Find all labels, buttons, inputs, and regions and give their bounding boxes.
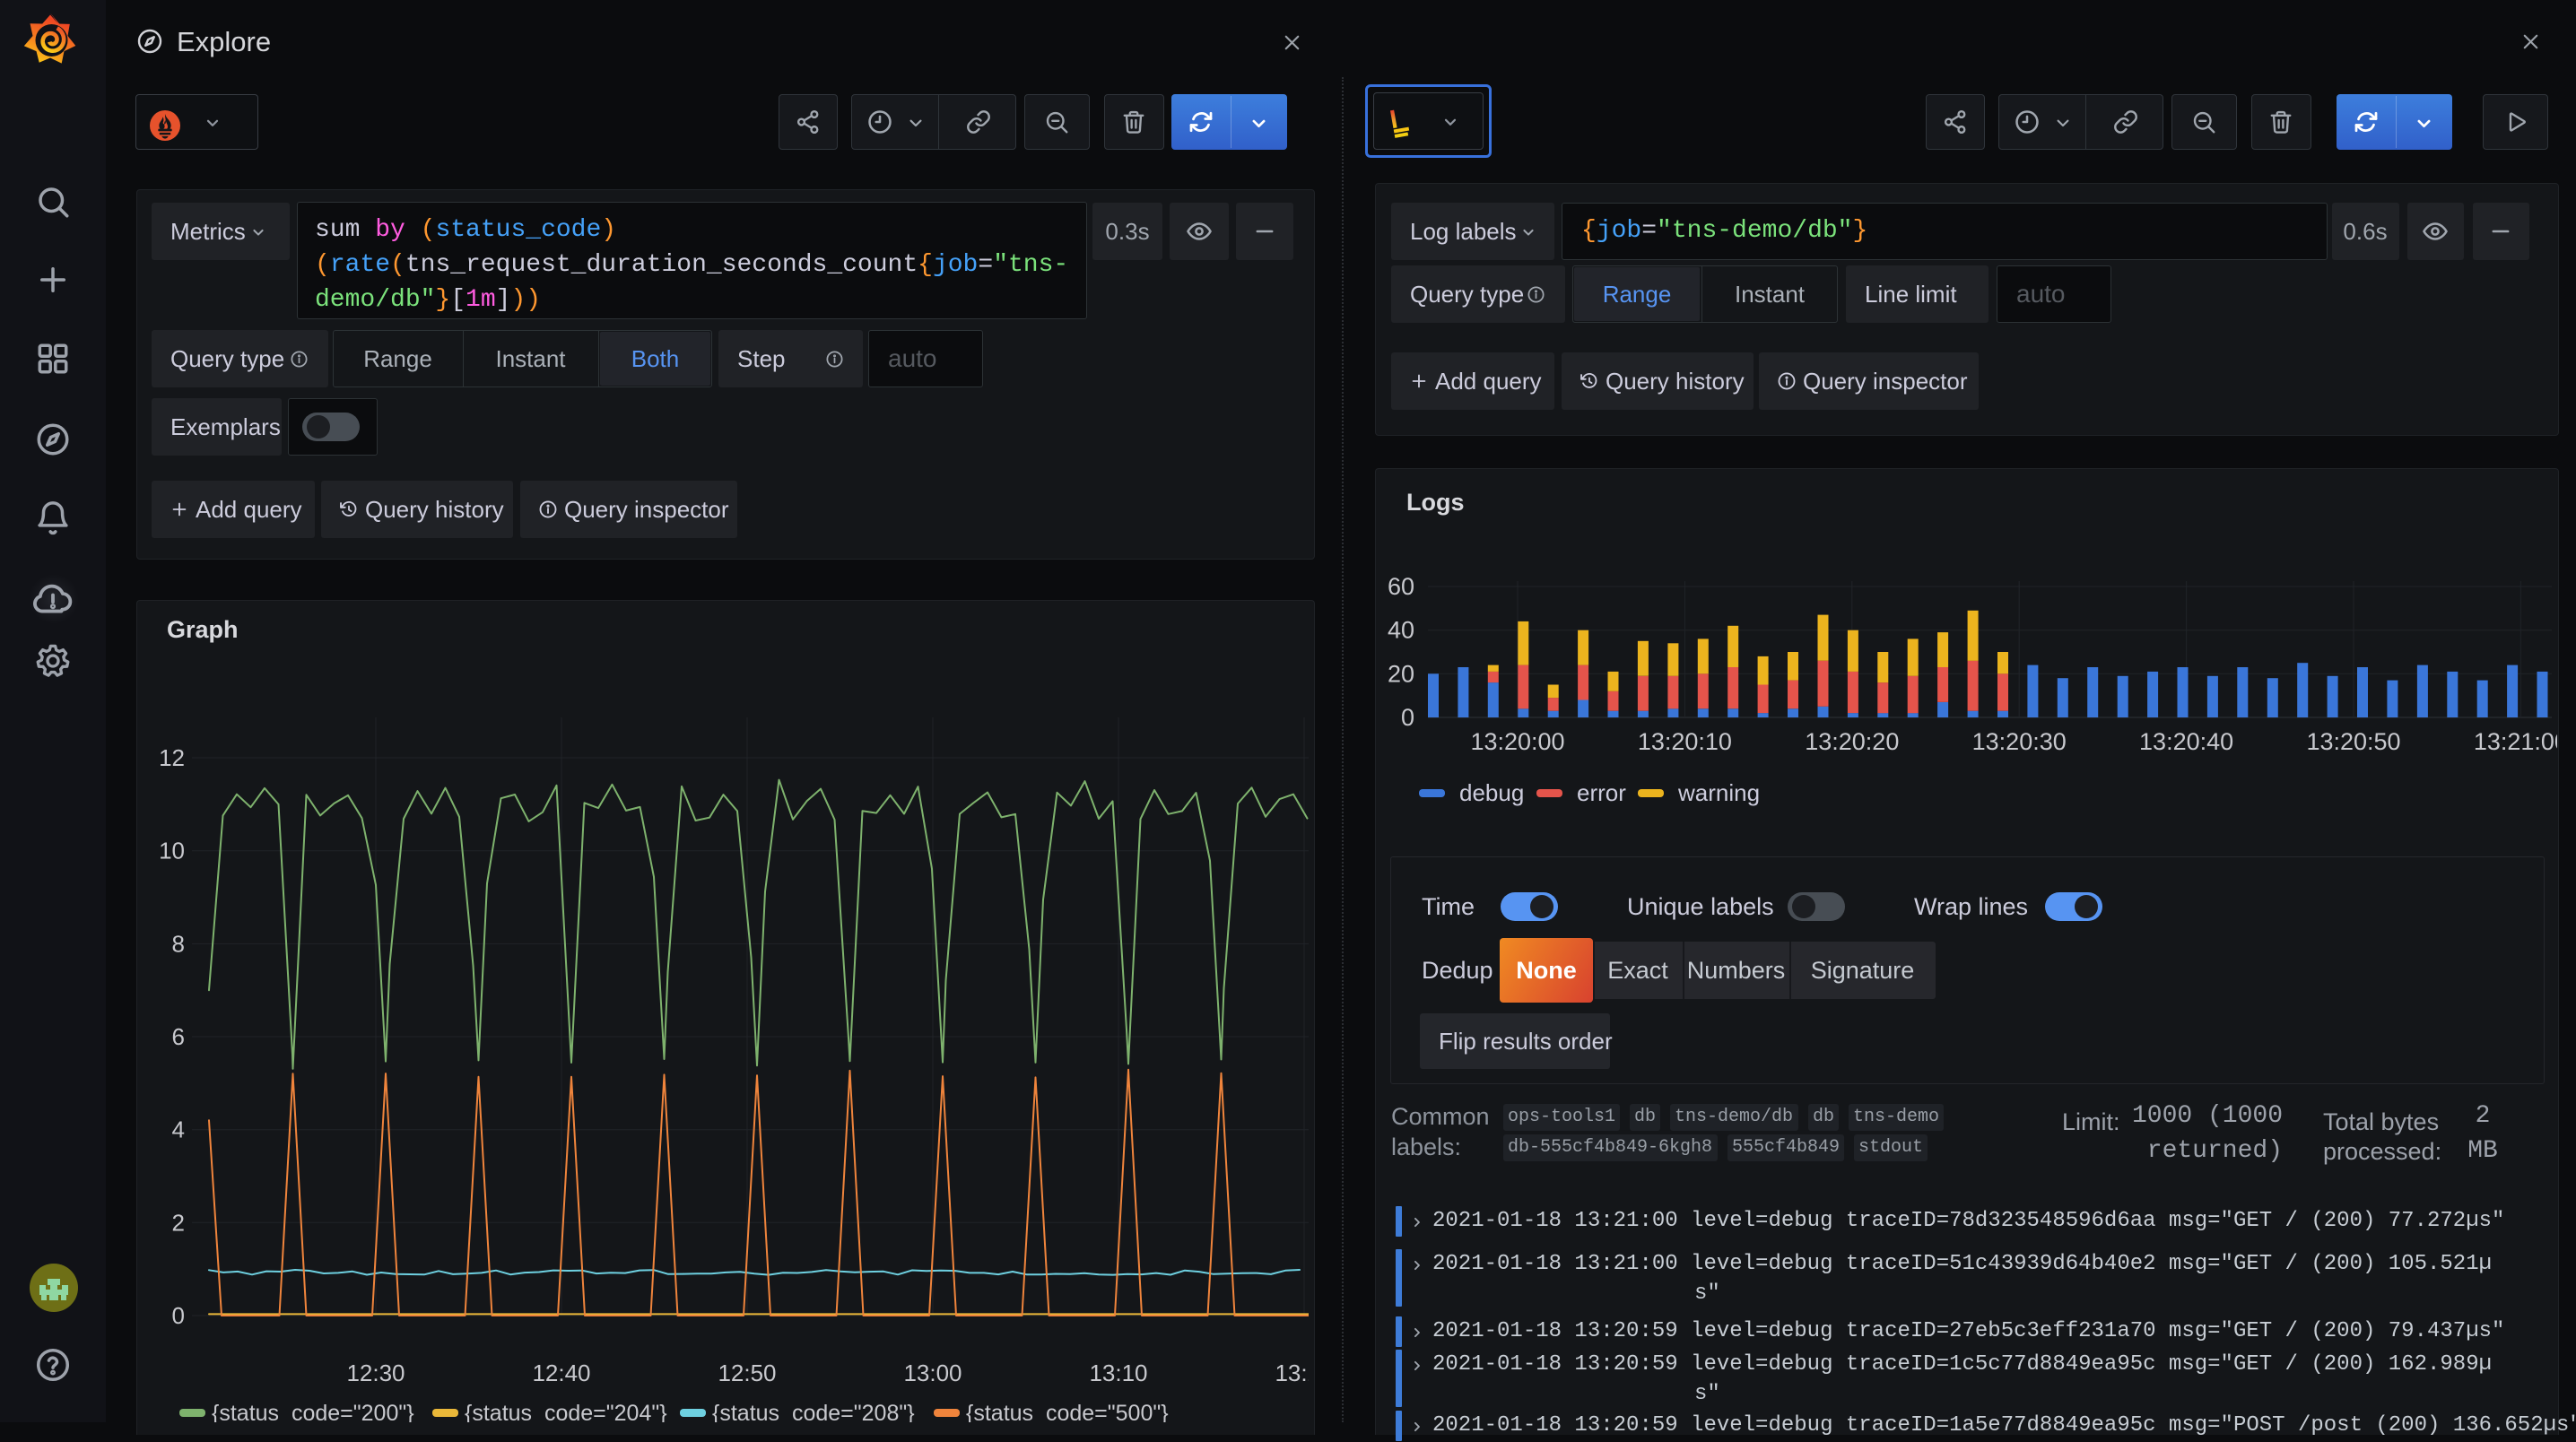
svg-text:0: 0 xyxy=(1401,704,1414,731)
svg-text:13:20:30: 13:20:30 xyxy=(1972,728,2067,755)
svg-text:13:20:40: 13:20:40 xyxy=(2139,728,2233,755)
svg-text:40: 40 xyxy=(1388,617,1414,644)
svg-text:13:20:50: 13:20:50 xyxy=(2306,728,2400,755)
svg-text:13:20:00: 13:20:00 xyxy=(1470,728,1564,755)
svg-text:20: 20 xyxy=(1388,660,1414,687)
svg-text:debug: debug xyxy=(1459,779,1524,806)
svg-text:error: error xyxy=(1577,779,1626,806)
svg-text:13:20:10: 13:20:10 xyxy=(1638,728,1732,755)
svg-text:13:21:00: 13:21:00 xyxy=(2474,728,2568,755)
svg-text:13:20:20: 13:20:20 xyxy=(1805,728,1899,755)
svg-text:60: 60 xyxy=(1388,573,1414,600)
svg-text:warning: warning xyxy=(1677,779,1760,806)
